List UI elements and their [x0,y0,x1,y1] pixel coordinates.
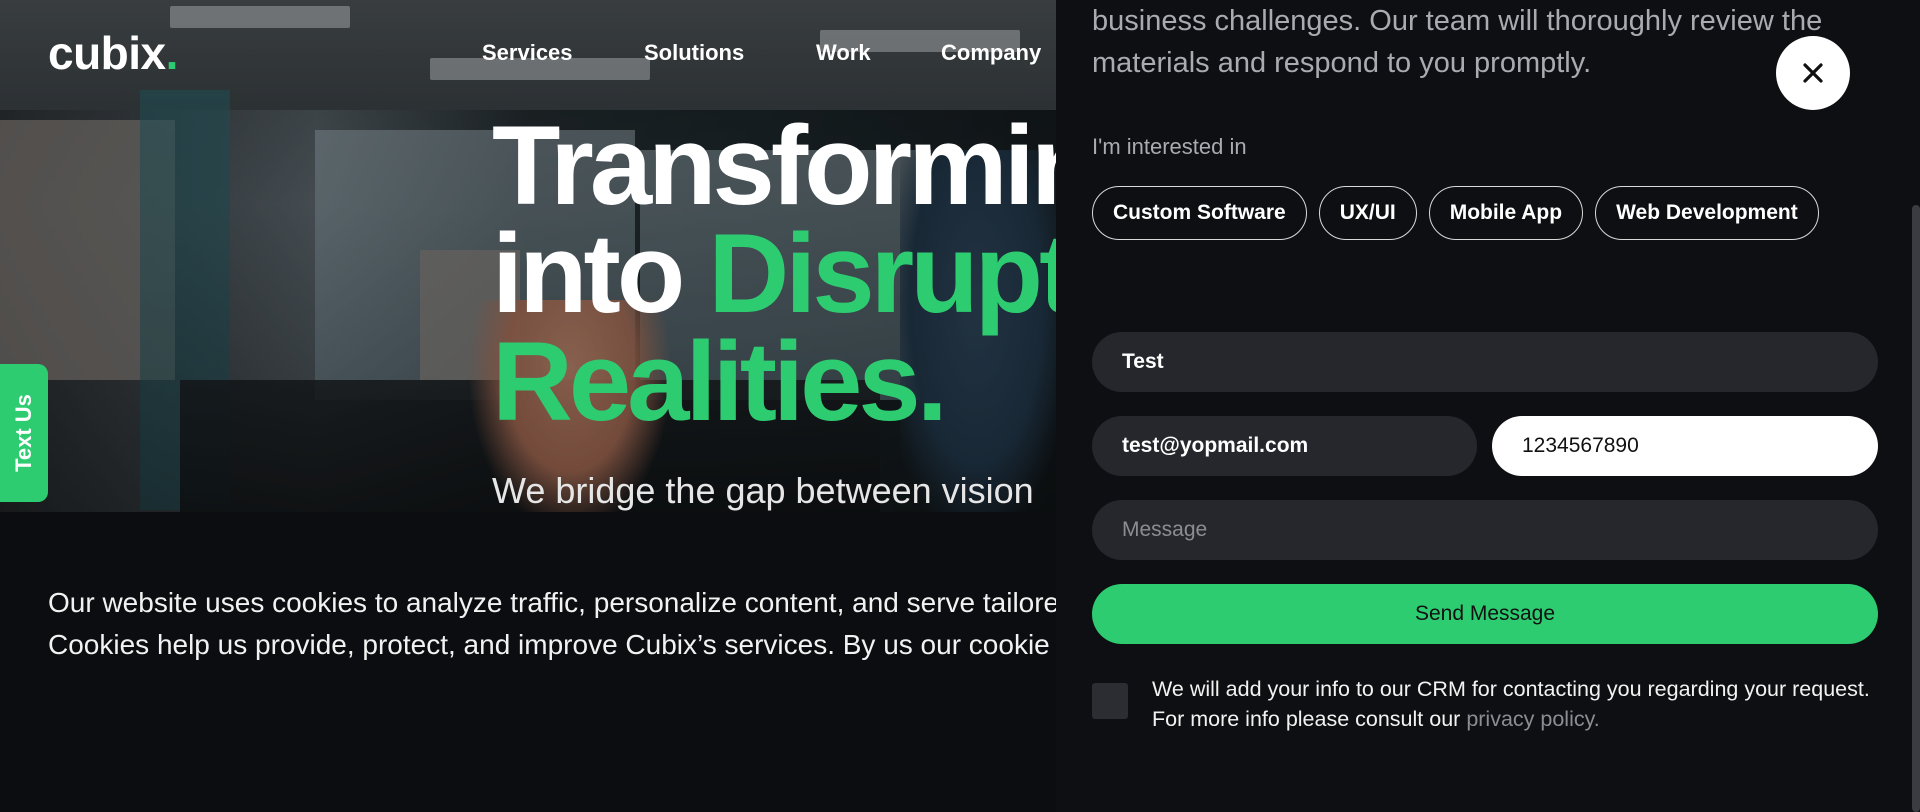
nav-solutions[interactable]: Solutions [644,40,744,66]
cookie-banner: Our website uses cookies to analyze traf… [0,512,1226,812]
panel-scrollbar[interactable] [1912,205,1920,812]
headline-line-2: into Disrupt [492,218,1095,330]
chip-web-development[interactable]: Web Development [1595,186,1819,240]
headline-line-3: Realities. [492,319,948,444]
send-message-button[interactable]: Send Message [1092,584,1878,644]
close-button[interactable] [1776,36,1850,110]
panel-intro: business challenges. Our team will thoro… [1092,5,1823,79]
hero-headline: Transformin into Disrupt Realities. [492,103,1099,444]
interest-chips: Custom Software UX/UI Mobile App Web Dev… [1092,186,1819,240]
message-field[interactable]: Message [1092,500,1878,560]
nav-services[interactable]: Services [482,40,573,66]
interested-label: I'm interested in [1092,134,1247,159]
privacy-policy-link[interactable]: privacy policy. [1466,707,1599,731]
headline-disrupt: Disrupt [708,211,1076,336]
logo[interactable]: cubix. [48,26,178,80]
logo-dot: . [165,27,179,79]
contact-panel: business challenges. Our team will thoro… [1056,0,1920,812]
hero-subtitle: We bridge the gap between vision [492,470,1034,511]
close-icon [1803,63,1823,83]
text-us-label: Text Us [11,394,36,472]
text-us-button[interactable]: Text Us [0,364,48,502]
chip-mobile-app[interactable]: Mobile App [1428,186,1584,240]
logo-text: cubix [48,27,166,79]
consent-checkbox[interactable] [1092,683,1128,719]
nav-work[interactable]: Work [816,40,871,66]
nav-company[interactable]: Company [941,40,1041,66]
consent-text: We will add your info to our CRM for con… [1152,674,1892,734]
chip-ux-ui[interactable]: UX/UI [1318,186,1417,240]
headline-into: into [492,211,685,336]
email-field[interactable]: test@yopmail.com [1092,416,1477,476]
phone-field[interactable]: 1234567890 [1492,416,1878,476]
chip-custom-software[interactable]: Custom Software [1092,186,1307,240]
name-field[interactable]: Test [1092,332,1878,392]
headline-line-1: Transformin [492,103,1099,228]
